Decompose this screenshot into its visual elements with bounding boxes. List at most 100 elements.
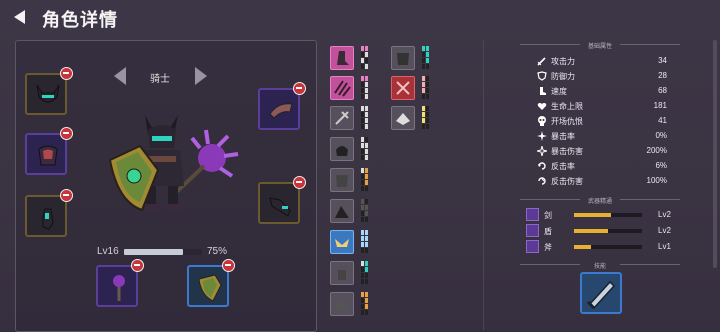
back-arrow-icon[interactable] bbox=[14, 10, 25, 24]
helmet-icon bbox=[336, 301, 348, 311]
equip-slot-cloak[interactable] bbox=[258, 82, 306, 130]
stat-row-max-hp: 生命上限 181 bbox=[537, 100, 667, 113]
inventory-item[interactable] bbox=[330, 106, 354, 130]
stat-label: 生命上限 bbox=[551, 102, 583, 111]
item-rarity-pips bbox=[422, 76, 430, 100]
gloves-icon bbox=[338, 270, 346, 280]
item-rarity-pips bbox=[361, 106, 369, 130]
item-rarity-pips bbox=[361, 199, 369, 223]
xp-percent: 75% bbox=[207, 246, 228, 257]
stat-row-speed: 速度 68 bbox=[537, 85, 667, 98]
xp-bar bbox=[124, 249, 202, 255]
boots-icon bbox=[337, 51, 349, 65]
inventory-item[interactable] bbox=[391, 106, 415, 130]
mastery-bar bbox=[574, 245, 642, 249]
remove-helmet-button[interactable] bbox=[60, 67, 73, 80]
boots-icon bbox=[269, 197, 291, 217]
item-rarity-pips bbox=[361, 261, 369, 285]
helmet-icon bbox=[336, 146, 348, 156]
skill-slot[interactable] bbox=[580, 272, 622, 314]
inventory-item[interactable] bbox=[391, 76, 415, 100]
stat-value: 181 bbox=[653, 101, 667, 110]
prev-class-arrow-icon[interactable] bbox=[114, 67, 126, 85]
inventory-item[interactable] bbox=[330, 76, 354, 100]
axe-icon bbox=[526, 240, 539, 253]
weapon-mastery-row-sword: 剑 Lv2 bbox=[526, 208, 676, 222]
item-rarity-pips bbox=[361, 292, 369, 316]
stat-label: 速度 bbox=[551, 87, 567, 96]
remove-boots-button[interactable] bbox=[293, 176, 306, 189]
divider-line bbox=[520, 44, 580, 45]
mastery-bar-fill bbox=[574, 245, 591, 249]
equip-slot-boots[interactable] bbox=[258, 176, 306, 224]
divider-line bbox=[620, 199, 680, 200]
sword-icon bbox=[526, 208, 539, 221]
stat-label: 反击率 bbox=[551, 162, 575, 171]
stat-label: 攻击力 bbox=[551, 57, 575, 66]
stat-row-crit-damage: 暴击伤害 200% bbox=[537, 145, 667, 158]
divider-line bbox=[520, 264, 580, 265]
stats-section-title: 基础属性 bbox=[587, 44, 612, 50]
equip-slot-weapon[interactable] bbox=[96, 259, 144, 307]
claw-icon bbox=[334, 80, 351, 97]
equip-slot-armor[interactable] bbox=[25, 127, 73, 175]
scrollbar[interactable] bbox=[713, 40, 717, 268]
inventory-item[interactable] bbox=[330, 230, 354, 254]
mastery-level: Lv2 bbox=[658, 226, 671, 235]
knight-character-sprite bbox=[108, 115, 239, 212]
remove-weapon-button[interactable] bbox=[131, 259, 144, 272]
wings-icon bbox=[335, 239, 349, 247]
mastery-level: Lv2 bbox=[658, 210, 671, 219]
crossed-swords-icon bbox=[396, 81, 410, 95]
weapon-mastery-row-shield: 盾 Lv2 bbox=[526, 224, 676, 238]
equip-slot-shield[interactable] bbox=[187, 259, 235, 307]
next-class-arrow-icon[interactable] bbox=[195, 67, 207, 85]
item-rarity-pips bbox=[361, 76, 369, 100]
boot-icon bbox=[540, 87, 546, 95]
item-rarity-pips bbox=[422, 46, 430, 70]
counter-damage-icon bbox=[538, 177, 546, 185]
stat-value: 6% bbox=[655, 161, 667, 170]
remove-armor-button[interactable] bbox=[60, 127, 73, 140]
armor-icon bbox=[336, 175, 348, 187]
item-rarity-pips bbox=[361, 168, 369, 192]
panel-divider bbox=[483, 40, 484, 330]
xp-bar-fill bbox=[124, 249, 183, 255]
skills-section-title: 技能 bbox=[593, 264, 606, 270]
inventory-item[interactable] bbox=[330, 292, 354, 316]
level-label: Lv16 bbox=[97, 246, 119, 257]
remove-gloves-button[interactable] bbox=[60, 189, 73, 202]
inventory-item[interactable] bbox=[391, 46, 415, 70]
equip-slot-gloves[interactable] bbox=[25, 189, 73, 237]
sword-icon bbox=[537, 57, 546, 66]
item-rarity-pips bbox=[361, 46, 369, 70]
inventory-item[interactable] bbox=[330, 199, 354, 223]
item-rarity-pips bbox=[422, 106, 430, 130]
inventory-item[interactable] bbox=[330, 137, 354, 161]
crit-icon bbox=[537, 131, 547, 141]
stat-label: 暴击伤害 bbox=[551, 147, 583, 156]
inventory-item[interactable] bbox=[330, 261, 354, 285]
stat-row-counter-rate: 反击率 6% bbox=[537, 160, 667, 173]
inventory-item[interactable] bbox=[330, 168, 354, 192]
spiked-armor-icon bbox=[397, 53, 409, 65]
mastery-bar-fill bbox=[574, 213, 612, 217]
chest-armor-icon bbox=[38, 145, 58, 166]
equip-slot-helmet[interactable] bbox=[25, 67, 73, 115]
stat-row-defense: 防御力 28 bbox=[537, 70, 667, 83]
divider-line bbox=[620, 44, 680, 45]
stat-value: 68 bbox=[658, 86, 667, 95]
stat-value: 41 bbox=[658, 116, 667, 125]
blade-skill-icon bbox=[586, 280, 616, 310]
remove-shield-button[interactable] bbox=[222, 259, 235, 272]
weapon-label: 盾 bbox=[544, 227, 552, 236]
mastery-bar bbox=[574, 229, 642, 233]
stat-label: 暴击率 bbox=[551, 132, 575, 141]
remove-cloak-button[interactable] bbox=[293, 82, 306, 95]
divider-line bbox=[620, 264, 680, 265]
stat-row-attack: 攻击力 34 bbox=[537, 55, 667, 68]
item-rarity-pips bbox=[361, 137, 369, 161]
weapon-mastery-title: 武器精通 bbox=[587, 199, 612, 205]
inventory-item[interactable] bbox=[330, 46, 354, 70]
stat-row-opening-threat: 开场仇恨 41 bbox=[537, 115, 667, 128]
